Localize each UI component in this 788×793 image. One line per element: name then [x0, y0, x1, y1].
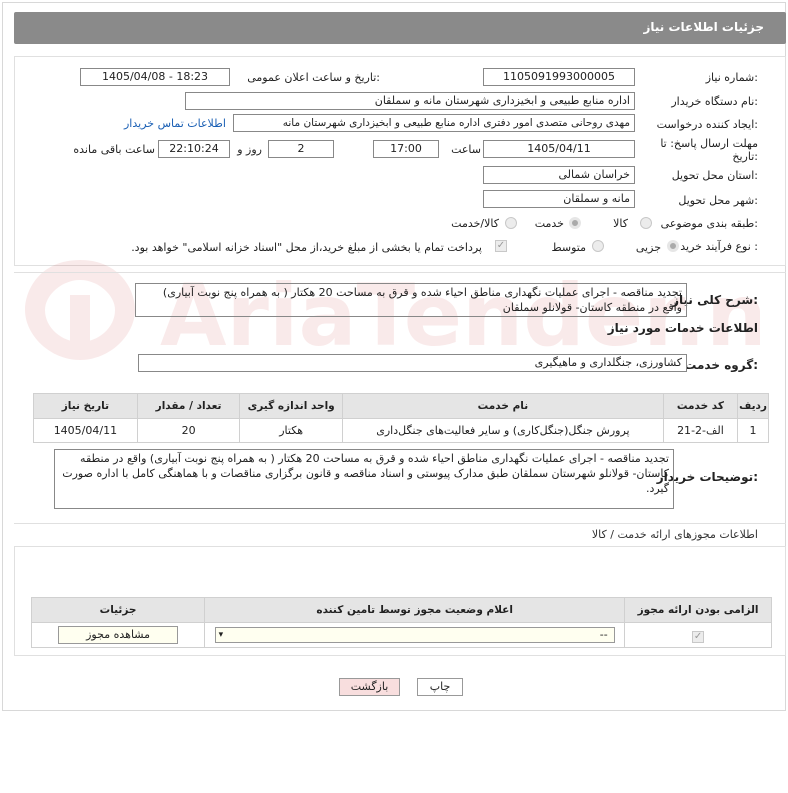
- print-button[interactable]: چاپ: [417, 678, 463, 696]
- creator-field: مهدی روحانی متصدی امور دفتری اداره منابع…: [233, 114, 635, 132]
- city-label: شهر محل تحویل:: [678, 194, 758, 207]
- category-label: طبقه بندی موضوعی:: [660, 217, 758, 230]
- description-textarea[interactable]: تجدید مناقصه - اجرای عملیات نگهداری مناط…: [135, 283, 687, 317]
- col-code: کد خدمت: [662, 393, 739, 419]
- services-title: اطلاعات خدمات مورد نیاز: [607, 321, 758, 335]
- cell-row: 1: [737, 418, 769, 443]
- service-group-field: کشاورزی، جنگلداری و ماهیگیری: [138, 354, 687, 372]
- time-label: ساعت: [451, 143, 481, 156]
- col-unit: واحد اندازه گیری: [239, 393, 343, 419]
- required-checkbox[interactable]: ✓: [692, 631, 705, 643]
- category-service-label: خدمت: [534, 217, 564, 230]
- need-number-label: شماره نیاز:: [705, 71, 758, 84]
- col-status: اعلام وضعیت مجوز توسط تامین کننده: [204, 597, 626, 623]
- col-details: جزئیات: [30, 597, 206, 623]
- cell-details: مشاهده مجوز: [30, 622, 206, 648]
- col-row: ردیف: [737, 393, 769, 419]
- category-both-label: کالا/خدمت: [451, 217, 499, 230]
- status-select-value: --: [599, 628, 608, 641]
- announce-field: 1405/04/08 - 18:23: [80, 68, 230, 86]
- remaining-time-field: 22:10:24: [158, 140, 230, 158]
- deadline-time-field: 17:00: [373, 140, 439, 158]
- col-date: تاریخ نیاز: [33, 393, 138, 419]
- contact-buyer-link[interactable]: اطلاعات تماس خریدار: [124, 117, 226, 130]
- permits-title: اطلاعات مجوزهای ارائه خدمت / کالا: [591, 528, 758, 541]
- cell-name: پرورش جنگل(جنگل‌کاری) و سایر فعالیت‌های …: [341, 418, 664, 443]
- category-both-radio[interactable]: [505, 217, 517, 229]
- chevron-down-icon: ▾: [218, 630, 224, 640]
- back-button[interactable]: بازگشت: [339, 678, 400, 696]
- province-field: خراسان شمالی: [483, 166, 635, 184]
- buyer-org-label: نام دستگاه خریدار:: [671, 95, 758, 108]
- city-field: مانه و سملقان: [483, 190, 635, 208]
- days-label: روز و: [237, 143, 262, 156]
- cell-code: الف-2-21: [662, 418, 739, 443]
- table-row: ✓ -- ▾ مشاهده مجوز: [30, 622, 772, 648]
- cell-required: ✓: [624, 622, 772, 648]
- permits-divider: [14, 523, 786, 524]
- deadline-date-field: 1405/04/11: [483, 140, 635, 158]
- announce-label: تاریخ و ساعت اعلان عمومی:: [247, 71, 380, 84]
- services-header-row: ردیف کد خدمت نام خدمت واحد اندازه گیری ت…: [33, 393, 769, 419]
- status-select[interactable]: -- ▾: [214, 627, 615, 643]
- province-label: استان محل تحویل:: [671, 169, 758, 182]
- cell-unit: هکتار: [239, 418, 343, 443]
- page-title: جزئیات اطلاعات نیاز: [643, 20, 764, 34]
- service-group-label: گروه خدمت:: [684, 358, 758, 372]
- view-permit-button[interactable]: مشاهده مجوز: [58, 626, 179, 644]
- creator-label: ایجاد کننده درخواست:: [656, 118, 758, 131]
- category-goods-label: کالا: [613, 217, 628, 230]
- col-required: الزامی بودن ارائه مجوز: [624, 597, 772, 623]
- days-field: 2: [268, 140, 334, 158]
- cell-status: -- ▾: [204, 622, 626, 648]
- buyer-org-field: اداره منابع طبیعی و ابخیزداری شهرستان ما…: [185, 92, 635, 110]
- category-goods-radio[interactable]: [640, 217, 652, 229]
- col-qty: تعداد / مقدار: [136, 393, 241, 419]
- need-number-field: 1105091993000005: [483, 68, 635, 86]
- cell-date: 1405/04/11: [33, 418, 138, 443]
- services-table: ردیف کد خدمت نام خدمت واحد اندازه گیری ت…: [33, 393, 769, 443]
- permits-table: الزامی بودن ارائه مجوز اعلام وضعیت مجوز …: [30, 597, 772, 648]
- buyer-notes-textarea[interactable]: تجدید مناقصه - اجرای عملیات نگهداری مناط…: [54, 449, 674, 509]
- deadline-label: مهلت ارسال پاسخ: تا تاریخ:: [660, 137, 758, 163]
- table-row: 1 الف-2-21 پرورش جنگل(جنگل‌کاری) و سایر …: [33, 418, 769, 443]
- remaining-label: ساعت باقی مانده: [73, 143, 155, 156]
- cell-qty: 20: [136, 418, 241, 443]
- category-service-radio[interactable]: [569, 217, 581, 229]
- col-name: نام خدمت: [341, 393, 664, 419]
- permits-header-row: الزامی بودن ارائه مجوز اعلام وضعیت مجوز …: [30, 597, 772, 623]
